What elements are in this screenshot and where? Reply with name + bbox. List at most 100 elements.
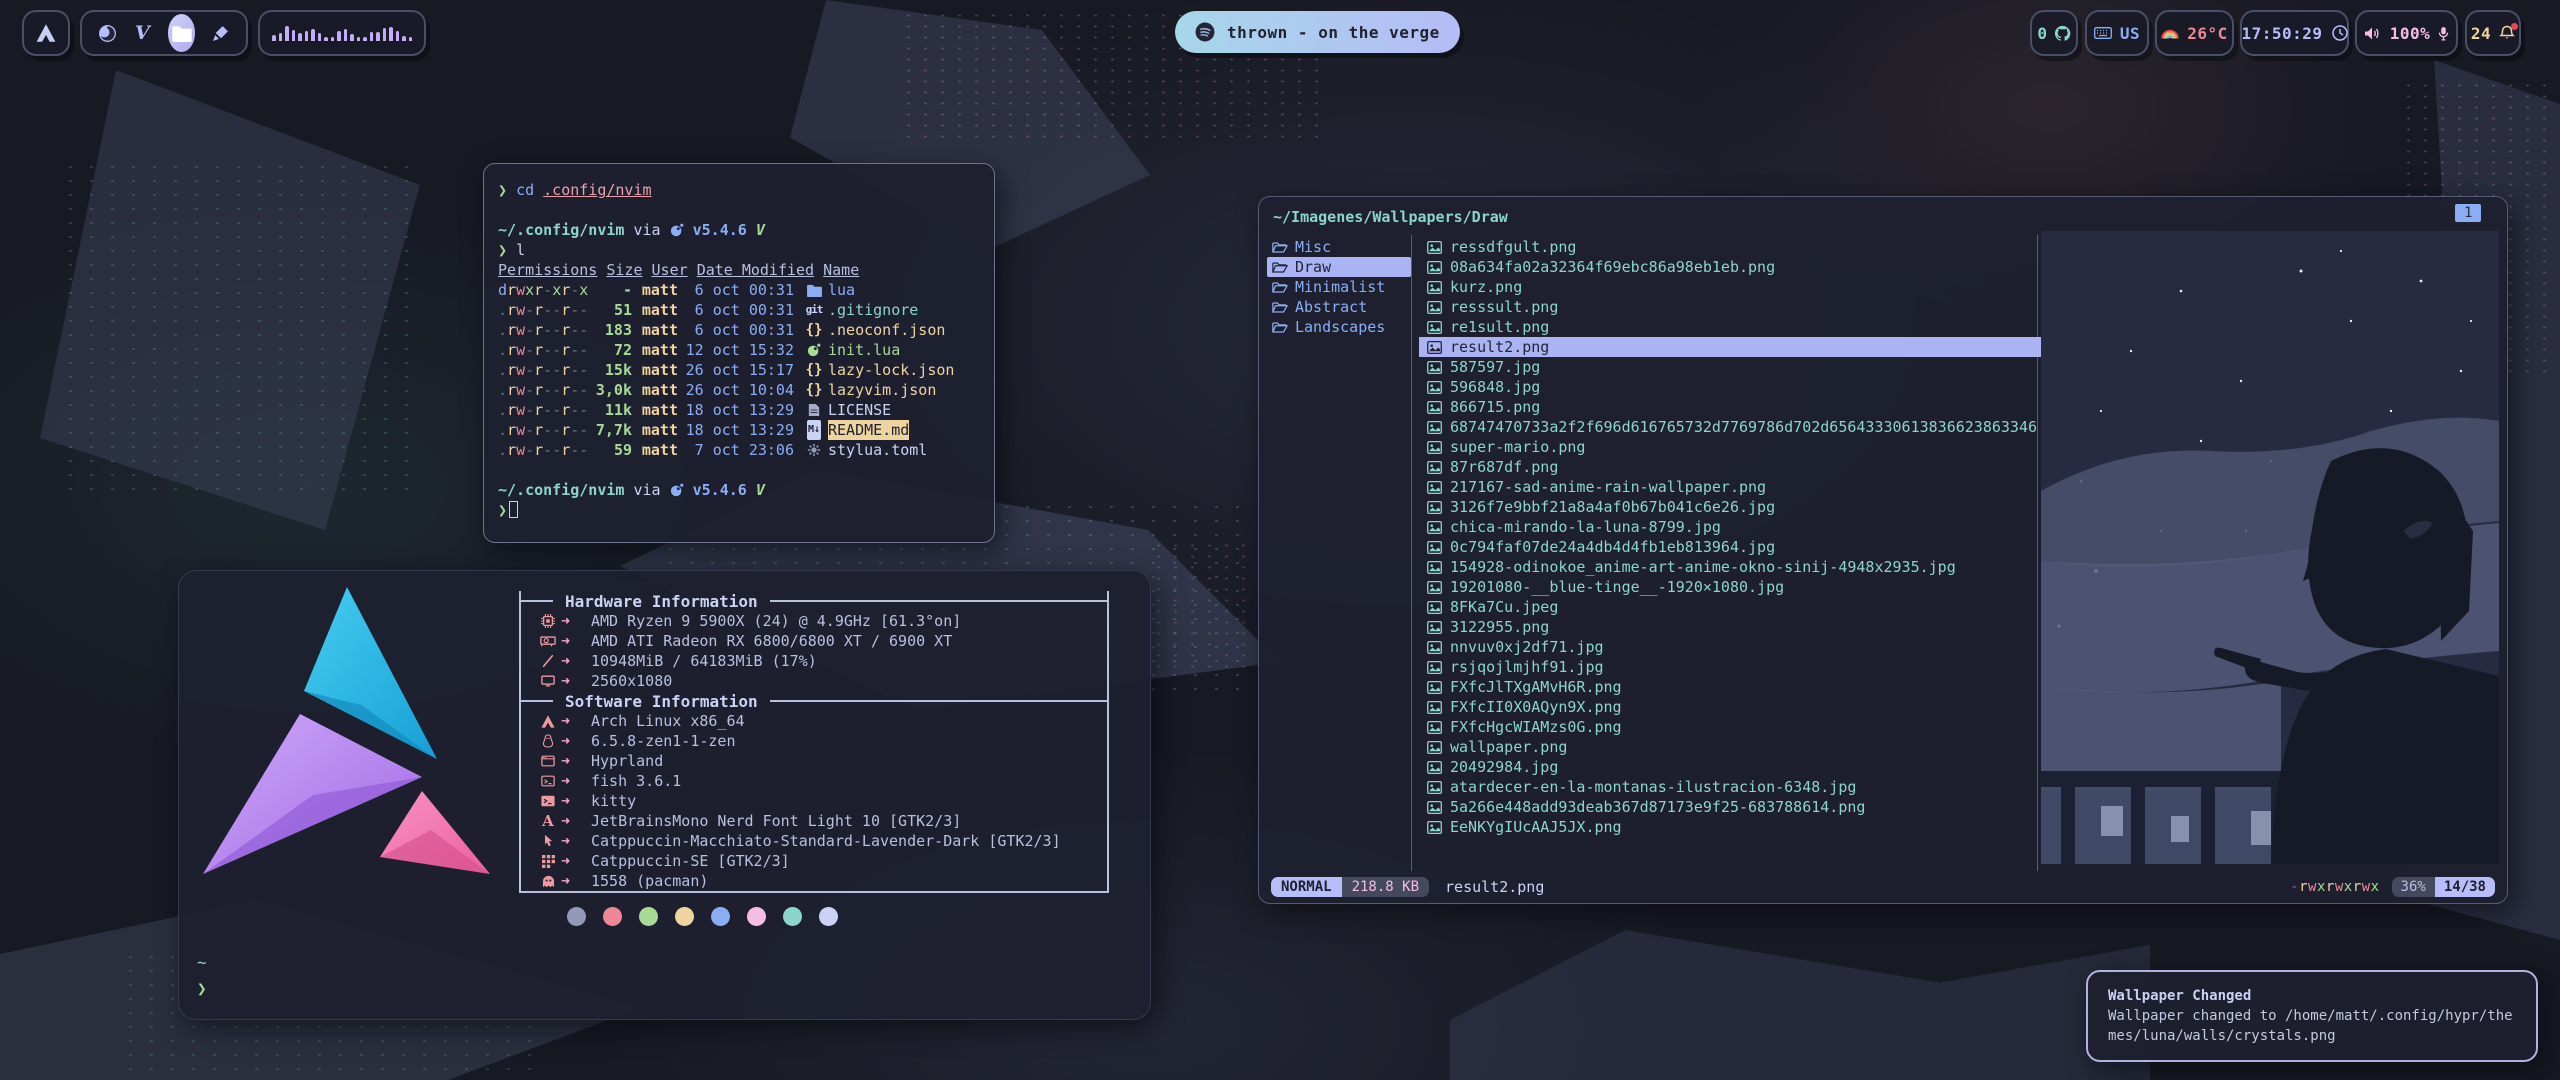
notifications-widget[interactable]: 24 xyxy=(2465,10,2521,56)
palette-dot xyxy=(819,907,838,926)
file-name: 866715.png xyxy=(1450,398,1540,416)
paintbrush-icon xyxy=(212,25,229,42)
file-name: lua xyxy=(828,280,855,300)
notification-popup[interactable]: Wallpaper Changed Wallpaper changed to /… xyxy=(2086,970,2538,1062)
software-section-header: Software Information xyxy=(519,691,1109,711)
image-preview xyxy=(2041,231,2499,864)
rainbow-icon xyxy=(2161,28,2179,39)
keyboard-layout-widget[interactable]: US xyxy=(2085,10,2149,56)
image-icon xyxy=(1425,621,1443,634)
file-manager-window[interactable]: ~/Imagenes/Wallpapers/Draw 1 MiscDrawMin… xyxy=(1258,196,2508,904)
clock-time: 17:50:29 xyxy=(2241,24,2322,43)
terminal-window[interactable]: ❯ cd .config/nvim ~/.config/nvim via v5.… xyxy=(483,163,995,543)
fetch-value: Catppuccin-SE [GTK2/3] xyxy=(591,852,790,870)
folder-icon xyxy=(802,284,826,297)
braces-icon: {} xyxy=(802,320,826,340)
shell-icon xyxy=(535,775,561,787)
media-player-widget[interactable]: thrown - on the verge xyxy=(1175,11,1460,53)
ls-row: .rw-r--r--59matt 7 oct 23:06stylua.toml xyxy=(498,440,980,460)
image-icon xyxy=(1425,741,1443,754)
image-icon xyxy=(1425,761,1443,774)
file-name: .gitignore xyxy=(828,300,918,320)
visualizer-bar xyxy=(298,33,302,41)
visualizer-bar xyxy=(409,37,413,41)
image-icon xyxy=(1425,421,1443,434)
workspace-firefox[interactable] xyxy=(98,20,117,46)
visualizer-bar xyxy=(344,29,348,41)
tab-badge[interactable]: 1 xyxy=(2455,204,2481,222)
file-name: 8FKa7Cu.jpeg xyxy=(1450,598,1558,616)
visualizer-bar xyxy=(402,36,406,41)
workspace-files-active[interactable] xyxy=(168,14,195,52)
image-icon xyxy=(1425,561,1443,574)
image-icon xyxy=(1425,381,1443,394)
visualizer-bar xyxy=(363,37,367,41)
terminal-input-line[interactable]: ❯ xyxy=(498,500,980,520)
terminal-icon xyxy=(535,795,561,807)
file-name: 87r687df.png xyxy=(1450,458,1558,476)
workspace-vim[interactable]: V xyxy=(133,20,152,46)
sidebar-folder-misc[interactable]: Misc xyxy=(1267,237,1411,257)
visualizer-bar xyxy=(357,37,361,41)
prompt-path: ~ xyxy=(197,953,207,972)
image-icon xyxy=(1425,501,1443,514)
visualizer-bar xyxy=(318,33,322,41)
app-launcher-button[interactable] xyxy=(22,10,70,56)
file-name: 587597.jpg xyxy=(1450,358,1540,376)
weather-widget[interactable]: 26°C xyxy=(2155,10,2234,56)
ls-row: .rw-r--r--51matt 6 oct 00:31git.gitignor… xyxy=(498,300,980,320)
sidebar-folder-landscapes[interactable]: Landscapes xyxy=(1267,317,1411,337)
arrow-icon: ➜ xyxy=(561,812,591,830)
file-name: rsjqojlmjhf91.jpg xyxy=(1450,658,1604,676)
image-icon xyxy=(1425,721,1443,734)
file-name: .neoconf.json xyxy=(828,320,945,340)
braces-icon: {} xyxy=(802,360,826,380)
lua-icon xyxy=(670,483,684,497)
notification-body: Wallpaper changed to /home/matt/.config/… xyxy=(2108,1006,2516,1046)
terminal-command-line: ❯ cd .config/nvim xyxy=(498,180,980,200)
audio-visualizer xyxy=(258,10,426,56)
cpu-icon xyxy=(535,614,561,628)
folder-name: Misc xyxy=(1295,238,1331,256)
fetch-value: Arch Linux x86_64 xyxy=(591,712,745,730)
file-name: FXfcII0X0AQyn9X.png xyxy=(1450,698,1622,716)
arch-logo-icon xyxy=(36,24,56,42)
ls-row: .rw-r--r--11kmatt18 oct 13:29LICENSE xyxy=(498,400,980,420)
image-icon xyxy=(1425,641,1443,654)
sidebar-folder-minimalist[interactable]: Minimalist xyxy=(1267,277,1411,297)
section-title: Hardware Information xyxy=(553,592,770,611)
volume-widget[interactable]: 100% xyxy=(2355,10,2458,56)
github-widget[interactable]: 0 xyxy=(2030,10,2078,56)
visualizer-bar xyxy=(305,31,309,41)
palette-dot xyxy=(711,907,730,926)
lua-icon xyxy=(670,223,684,237)
fetch-row: ➜fish 3.6.1 xyxy=(521,771,1107,791)
visualizer-bar xyxy=(376,32,380,41)
fetch-value: 2560x1080 xyxy=(591,672,672,690)
folder-icon xyxy=(172,25,192,42)
system-info-panel: Hardware Information ➜AMD Ryzen 9 5900X … xyxy=(519,591,1109,893)
sidebar-folder-abstract[interactable]: Abstract xyxy=(1267,297,1411,317)
file-name: chica-mirando-la-luna-8799.jpg xyxy=(1450,518,1721,536)
wallpaper-shard xyxy=(1450,930,2150,1080)
file-name: result2.png xyxy=(1450,338,1549,356)
fetch-window[interactable]: Hardware Information ➜AMD Ryzen 9 5900X … xyxy=(178,570,1151,1020)
arrow-icon: ➜ xyxy=(561,772,591,790)
file-name: FXfcHgcWIAMzs0G.png xyxy=(1450,718,1622,736)
prompt-symbol[interactable]: ❯ xyxy=(197,979,207,998)
gpu-icon xyxy=(535,636,561,647)
distro-logo xyxy=(193,587,523,961)
workspace-paint[interactable] xyxy=(211,20,230,46)
file-name: kurz.png xyxy=(1450,278,1522,296)
packages-icon xyxy=(535,875,561,888)
palette-dot xyxy=(567,907,586,926)
braces-icon: {} xyxy=(802,380,826,400)
notification-title: Wallpaper Changed xyxy=(2108,986,2516,1006)
sidebar-folder-draw[interactable]: Draw xyxy=(1267,257,1411,277)
fetch-row: ➜2560x1080 xyxy=(521,671,1107,691)
lua-icon xyxy=(802,343,826,357)
keyboard-icon xyxy=(2094,27,2112,39)
clock-widget[interactable]: 17:50:29 xyxy=(2240,10,2349,56)
folder-name: Abstract xyxy=(1295,298,1367,316)
ls-row: .rw-r--r--183matt 6 oct 00:31{}.neoconf.… xyxy=(498,320,980,340)
